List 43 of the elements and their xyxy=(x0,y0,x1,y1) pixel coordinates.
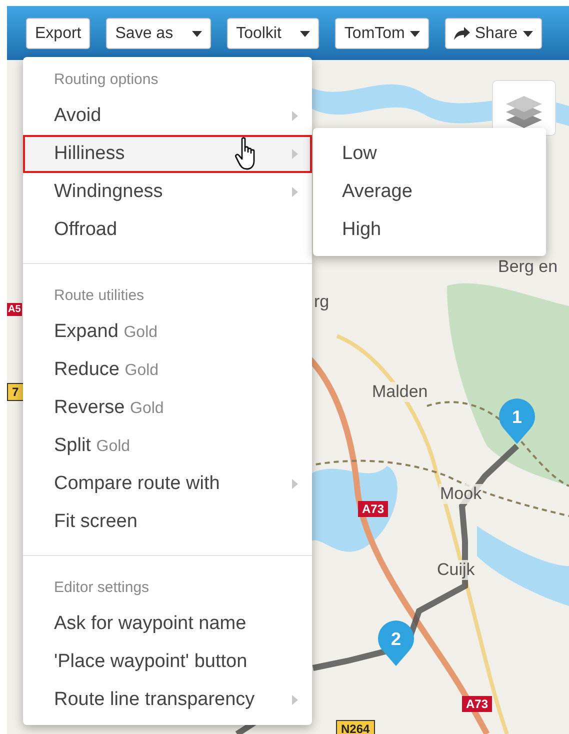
menu-section-heading: Editor settings xyxy=(53,578,150,598)
submenu-arrow-icon xyxy=(292,149,298,159)
toolbar-button[interactable]: Export xyxy=(26,18,90,49)
menu-item[interactable]: Hilliness xyxy=(23,135,312,173)
submenu-item[interactable]: High xyxy=(313,211,546,249)
submenu-arrow-icon xyxy=(292,479,298,489)
menu-item[interactable]: Reverse Gold xyxy=(23,389,312,427)
menu-item[interactable]: Fit screen xyxy=(23,503,312,541)
road-sign: A73 xyxy=(358,501,388,517)
menu-section-heading: Route utilities xyxy=(53,286,146,306)
menu-item[interactable]: Ask for waypoint name xyxy=(23,605,312,643)
submenu-arrow-icon xyxy=(292,111,298,121)
menu-item[interactable]: Split Gold xyxy=(23,427,312,465)
road-sign: A5 xyxy=(7,303,22,316)
caret-icon xyxy=(300,30,310,36)
menu-item[interactable]: Route line transparency xyxy=(23,681,312,719)
toolbar-button[interactable]: Save as xyxy=(106,18,212,49)
place-label: Berg en xyxy=(497,257,559,277)
toolbar-button[interactable]: Toolkit xyxy=(227,18,320,49)
menu-section-heading: Routing options xyxy=(53,70,160,90)
road-sign: 7 xyxy=(7,383,24,401)
menu-item[interactable]: Expand Gold xyxy=(23,313,312,351)
place-label: Malden xyxy=(371,382,429,402)
share-arrow-icon xyxy=(454,26,470,40)
caret-icon xyxy=(522,30,533,36)
road-sign: N264 xyxy=(336,720,375,734)
caret-icon xyxy=(192,30,202,36)
toolbar-button[interactable]: Share xyxy=(444,18,542,49)
menu-item[interactable]: Windingness xyxy=(23,173,312,211)
road-sign: A73 xyxy=(462,696,492,712)
submenu-arrow-icon xyxy=(292,187,298,197)
menu-item[interactable]: Offroad xyxy=(23,211,312,249)
toolbar-button[interactable]: TomTom xyxy=(335,18,429,49)
place-label: Mook xyxy=(439,484,483,504)
submenu-arrow-icon xyxy=(292,695,298,705)
place-label: Cuijk xyxy=(436,560,476,580)
submenu-item[interactable]: Low xyxy=(313,135,546,173)
menu-item[interactable]: Reduce Gold xyxy=(23,351,312,389)
submenu-item[interactable]: Average xyxy=(313,173,546,211)
caret-icon xyxy=(410,30,420,36)
menu-item[interactable]: 'Place waypoint' button xyxy=(23,643,312,681)
menu-item[interactable]: Avoid xyxy=(23,97,312,135)
menu-item[interactable]: Compare route with xyxy=(23,465,312,503)
